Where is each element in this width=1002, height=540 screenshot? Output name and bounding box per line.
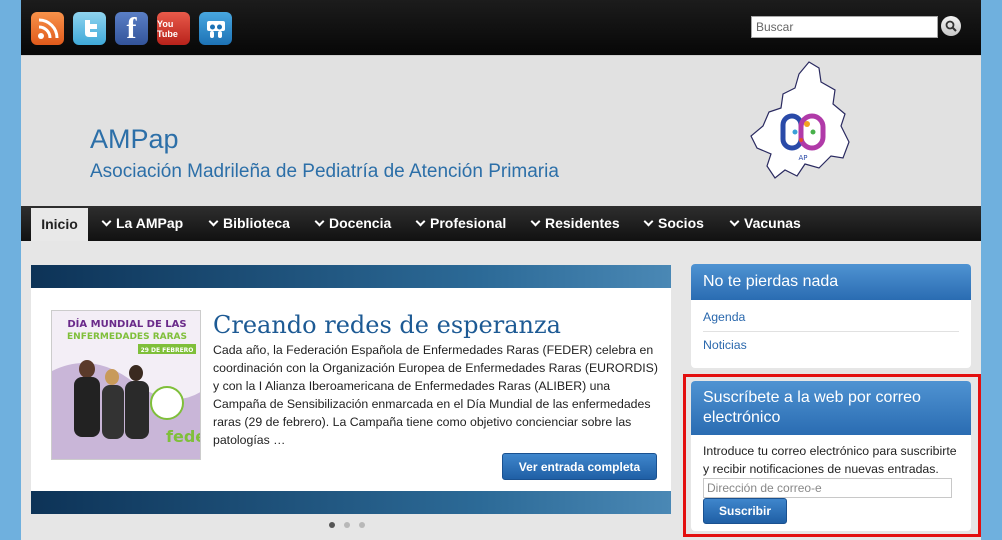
- site-description: Asociación Madrileña de Pediatría de Ate…: [90, 161, 559, 182]
- chevron-down-icon: [729, 216, 740, 227]
- search-icon: [945, 20, 957, 32]
- logo-text: AP: [798, 154, 807, 162]
- widget-no-te-pierdas: No te pierdas nada Agenda Noticias: [691, 264, 971, 368]
- slide-image[interactable]: DÍA MUNDIAL DE LAS ENFERMEDADES RARAS 29…: [51, 310, 201, 460]
- site-logo[interactable]: AP: [749, 60, 853, 189]
- nav-item-residentes[interactable]: Residentes: [530, 206, 620, 241]
- nav-item-inicio[interactable]: Inicio: [31, 208, 88, 241]
- slider-band-top: [31, 265, 671, 288]
- nav-item-vacunas[interactable]: Vacunas: [729, 206, 801, 241]
- email-field[interactable]: [703, 478, 952, 498]
- page: f You Tube AMPap Asociación Madrileña de…: [21, 0, 981, 540]
- slider-pagination: [329, 522, 365, 528]
- read-more-button[interactable]: Ver entrada completa: [502, 453, 657, 480]
- top-bar: f You Tube: [21, 0, 981, 55]
- facebook-icon[interactable]: f: [115, 12, 148, 45]
- search-input[interactable]: [751, 16, 938, 38]
- link-noticias[interactable]: Noticias: [703, 338, 747, 352]
- chevron-down-icon: [208, 216, 219, 227]
- site-title[interactable]: AMPap: [90, 124, 179, 155]
- slider-dot[interactable]: [359, 522, 365, 528]
- chevron-down-icon: [314, 216, 325, 227]
- nav-item-docencia[interactable]: Docencia: [314, 206, 391, 241]
- link-agenda[interactable]: Agenda: [703, 310, 745, 324]
- nav-item-socios[interactable]: Socios: [643, 206, 704, 241]
- slide-excerpt: Cada año, la Federación Española de Enfe…: [213, 343, 658, 447]
- nav-item-la-ampap[interactable]: La AMPap: [101, 206, 183, 241]
- slide-title[interactable]: Creando redes de esperanza: [213, 311, 561, 339]
- chevron-down-icon: [530, 216, 541, 227]
- rss-icon[interactable]: [31, 12, 64, 45]
- twitter-icon[interactable]: [73, 12, 106, 45]
- main-nav: Inicio La AMPap Biblioteca Docencia Prof…: [21, 206, 981, 241]
- chevron-down-icon: [643, 216, 654, 227]
- slider-band-bottom: [31, 491, 671, 514]
- poster-line2: ENFERMEDADES RARAS: [67, 332, 187, 342]
- divider: [703, 331, 959, 332]
- search-button[interactable]: [941, 16, 961, 36]
- slideshare-icon[interactable]: [199, 12, 232, 45]
- subscribe-button[interactable]: Suscribir: [703, 498, 787, 524]
- chevron-down-icon: [415, 216, 426, 227]
- subscribe-description: Introduce tu correo electrónico para sus…: [703, 444, 957, 476]
- poster-brand: feder: [166, 427, 201, 446]
- nav-item-profesional[interactable]: Profesional: [415, 206, 506, 241]
- site-header: AMPap Asociación Madrileña de Pediatría …: [21, 55, 981, 206]
- widget-title: No te pierdas nada: [691, 264, 971, 300]
- slider-dot[interactable]: [344, 522, 350, 528]
- widget-subscribe: Suscríbete a la web por correo electróni…: [691, 381, 971, 531]
- chevron-down-icon: [101, 216, 112, 227]
- nav-item-biblioteca[interactable]: Biblioteca: [208, 206, 290, 241]
- slider-dot[interactable]: [329, 522, 335, 528]
- poster-date: 29 DE FEBRERO: [141, 347, 194, 354]
- widget-title: Suscríbete a la web por correo electróni…: [691, 381, 971, 435]
- poster-line1: DÍA MUNDIAL DE LAS: [67, 317, 186, 330]
- youtube-icon[interactable]: You Tube: [157, 12, 190, 45]
- featured-slider: DÍA MUNDIAL DE LAS ENFERMEDADES RARAS 29…: [31, 265, 671, 514]
